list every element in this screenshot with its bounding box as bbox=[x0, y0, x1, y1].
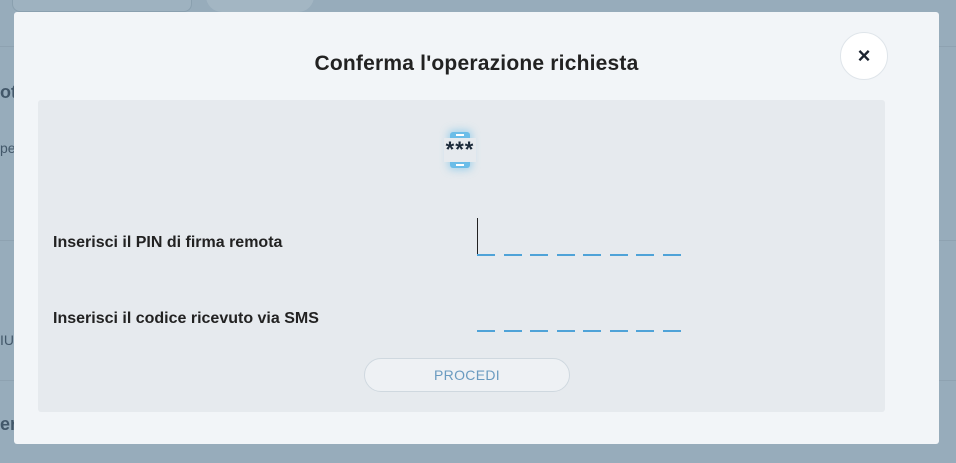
icon-password-mask: *** bbox=[444, 137, 476, 162]
sms-code-input[interactable] bbox=[477, 294, 682, 332]
pin-label: Inserisci il PIN di firma remota bbox=[53, 234, 283, 251]
pin-digit-slots bbox=[477, 254, 689, 256]
background-tab bbox=[206, 0, 314, 12]
sms-code-label: Inserisci il codice ricevuto via SMS bbox=[53, 310, 319, 327]
remote-signature-pin-input[interactable] bbox=[477, 218, 682, 256]
text-caret bbox=[477, 218, 478, 254]
confirm-operation-dialog: Conferma l'operazione richiesta × *** In… bbox=[14, 12, 939, 444]
background-tab bbox=[12, 0, 192, 12]
smartphone-password-icon: *** bbox=[444, 130, 476, 170]
proceed-button[interactable]: PROCEDI bbox=[364, 358, 570, 392]
authentication-panel: *** Inserisci il PIN di firma remota Ins… bbox=[38, 100, 885, 412]
sms-digit-slots bbox=[477, 330, 689, 332]
close-button[interactable]: × bbox=[840, 32, 888, 80]
background-text-fragment: IU bbox=[0, 332, 14, 348]
close-icon: × bbox=[857, 43, 871, 68]
dialog-title: Conferma l'operazione richiesta bbox=[314, 52, 639, 75]
